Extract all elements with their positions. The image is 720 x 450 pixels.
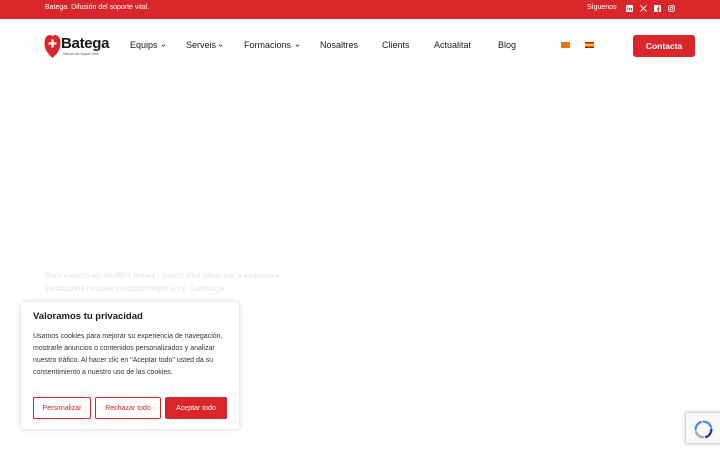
follow-us-label: Síguenos [587, 4, 617, 11]
hero-text-line-1: Som experts en desfibril·ladors i suport… [45, 271, 282, 280]
cookie-consent-banner: Valoramos tu privacidad Usamos cookies p… [21, 302, 239, 429]
reject-all-cookies-button[interactable]: Rechazar todo [95, 397, 161, 419]
facebook-icon[interactable] [654, 5, 661, 12]
recaptcha-badge[interactable] [685, 412, 720, 444]
nav-formacions[interactable]: Formacions [244, 40, 291, 50]
instagram-icon[interactable] [668, 5, 675, 12]
nav-blog[interactable]: Blog [498, 40, 516, 50]
main-header: Batega Difusió del Suport Vital Equips S… [0, 19, 720, 74]
catalan-flag-icon[interactable] [561, 42, 570, 48]
x-twitter-icon[interactable] [640, 5, 647, 12]
heart-cross-logo-icon [44, 35, 61, 58]
logo-wordmark: Batega [61, 35, 110, 52]
cookie-body-text: Usamos cookies para mejorar su experienc… [33, 333, 223, 376]
chevron-down-icon[interactable] [295, 43, 300, 48]
nav-serveis[interactable]: Serveis [186, 40, 216, 50]
top-bar: Batega. Difusión del soporte vital. Sígu… [0, 0, 720, 19]
chevron-down-icon[interactable] [218, 43, 223, 48]
contact-button[interactable]: Contacta [633, 35, 695, 57]
spanish-flag-icon[interactable] [585, 42, 594, 48]
nav-equips[interactable]: Equips [130, 40, 158, 50]
nav-actualitat[interactable]: Actualitat [434, 40, 471, 50]
cookie-title: Valoramos tu privacidad [33, 311, 143, 322]
customize-cookies-button[interactable]: Personalizar [33, 397, 91, 419]
batega-logo[interactable]: Batega Difusió del Suport Vital [44, 33, 114, 59]
chevron-down-icon[interactable] [161, 43, 166, 48]
linkedin-icon[interactable] [626, 5, 633, 12]
accept-all-cookies-button[interactable]: Aceptar todo [165, 397, 227, 419]
nav-nosaltres[interactable]: Nosaltres [320, 40, 358, 50]
logo-subtitle: Difusió del Suport Vital [63, 52, 99, 56]
recaptcha-icon [694, 420, 713, 439]
hero-text-line-2: institucions i espais cardioprotegits a … [45, 284, 227, 293]
nav-clients[interactable]: Clients [382, 40, 410, 50]
top-tagline: Batega. Difusión del soporte vital. [45, 4, 150, 11]
